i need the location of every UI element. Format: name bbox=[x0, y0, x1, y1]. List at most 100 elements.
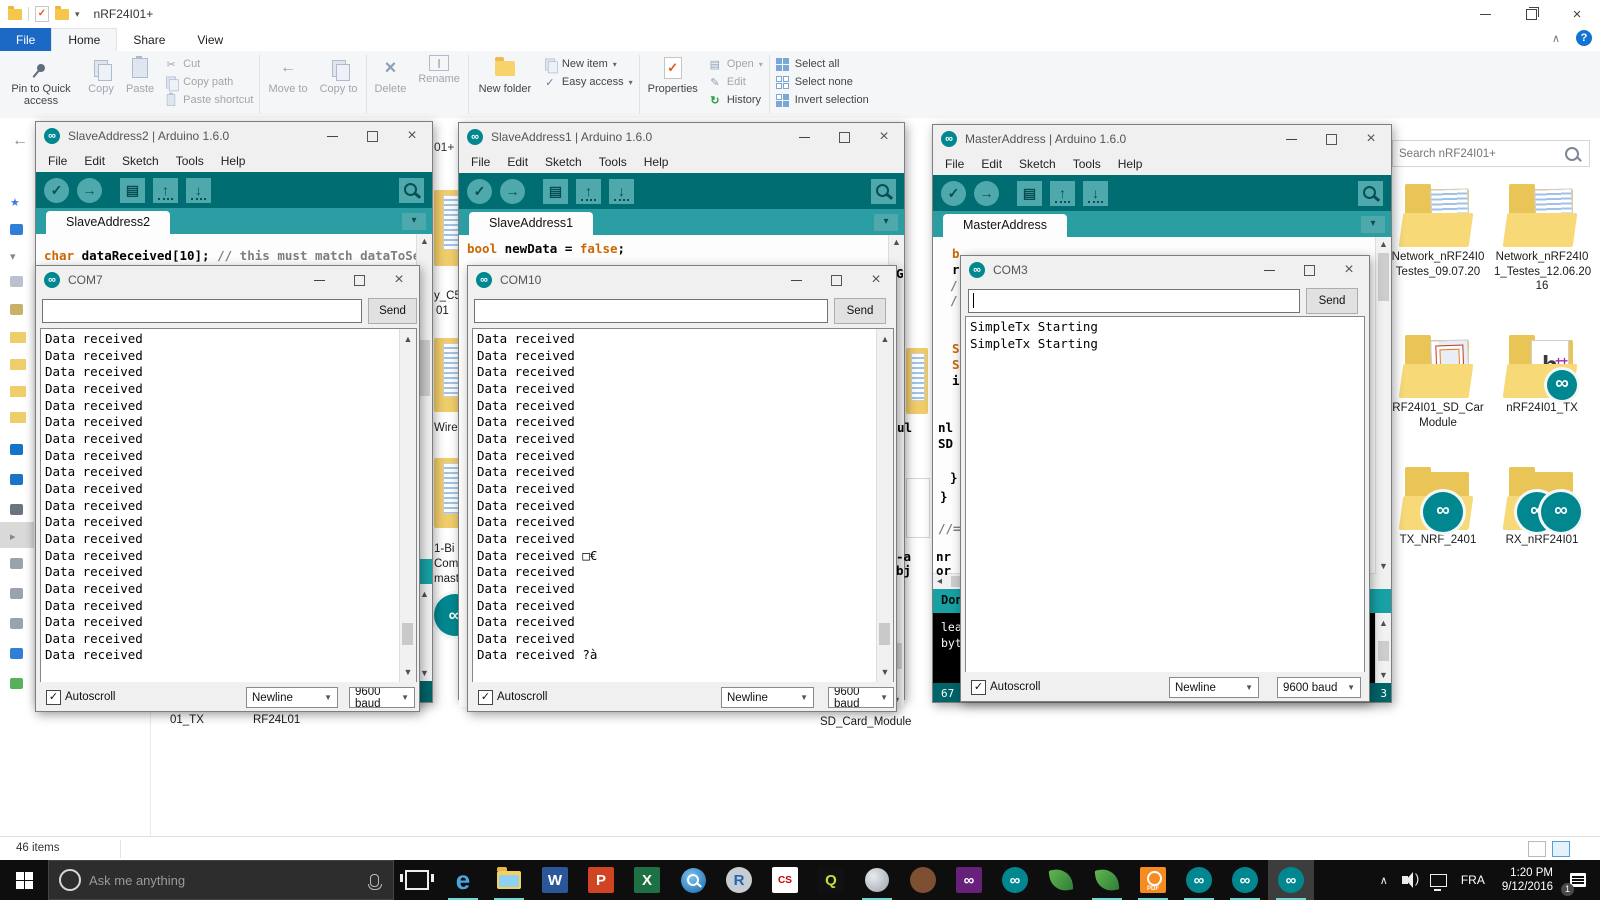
close-button[interactable]: × bbox=[1329, 257, 1369, 283]
nav-item-fragment[interactable] bbox=[10, 224, 23, 235]
send-button[interactable]: Send bbox=[368, 298, 417, 324]
menu-item-sketch[interactable]: Sketch bbox=[1019, 157, 1056, 171]
r-project-icon[interactable]: R bbox=[716, 860, 762, 900]
powerpoint-icon[interactable]: P bbox=[578, 860, 624, 900]
arduino-window-icon-3[interactable]: ∞ bbox=[1268, 860, 1314, 900]
window-titlebar[interactable]: MasterAddress | Arduino 1.6.0 × bbox=[933, 125, 1391, 153]
details-view-toggle-icon[interactable] bbox=[1528, 841, 1546, 857]
edit-button[interactable]: ✎ Edit bbox=[708, 75, 763, 89]
scroll-up-icon[interactable]: ▲ bbox=[417, 236, 432, 246]
easy-access-button[interactable]: ✓ Easy access ▾ bbox=[543, 75, 632, 89]
rename-button[interactable]: I Rename bbox=[412, 51, 466, 118]
scroll-up-icon[interactable]: ▲ bbox=[1376, 239, 1391, 249]
nav-item-fragment[interactable] bbox=[10, 332, 26, 343]
verify-button[interactable]: ✓ bbox=[467, 178, 492, 204]
maximize-button[interactable] bbox=[816, 267, 856, 293]
menu-item-file[interactable]: File bbox=[471, 155, 490, 169]
close-button[interactable]: × bbox=[379, 267, 419, 293]
menu-item-edit[interactable]: Edit bbox=[84, 154, 105, 168]
maximize-button[interactable] bbox=[1289, 257, 1329, 283]
folder-item[interactable]: Network_nRF24I0 Testes_09.07.20 bbox=[1390, 184, 1486, 279]
serial-output[interactable]: SimpleTx Starting SimpleTx Starting bbox=[965, 316, 1365, 674]
new-sketch-button[interactable]: ▤ bbox=[1017, 180, 1042, 206]
nav-item-fragment[interactable] bbox=[10, 304, 23, 315]
minimize-button[interactable] bbox=[299, 267, 339, 293]
upload-button[interactable]: → bbox=[500, 178, 525, 204]
open-sketch-button[interactable]: ↑ bbox=[576, 178, 601, 204]
thumbnail-view-toggle-icon[interactable] bbox=[1552, 841, 1570, 857]
search-orb-icon[interactable] bbox=[670, 860, 716, 900]
window-titlebar[interactable]: COM10 × bbox=[468, 266, 896, 294]
window-titlebar[interactable]: SlaveAddress1 | Arduino 1.6.0 × bbox=[459, 123, 904, 151]
maximize-button[interactable] bbox=[339, 267, 379, 293]
paste-shortcut-button[interactable]: Paste shortcut bbox=[164, 92, 253, 107]
arduino-window-icon-2[interactable]: ∞ bbox=[1222, 860, 1268, 900]
menu-item-sketch[interactable]: Sketch bbox=[122, 154, 159, 168]
paste-button[interactable]: Paste bbox=[120, 51, 160, 118]
tray-expand-icon[interactable]: ∧ bbox=[1373, 860, 1395, 900]
folder-item[interactable]: RF24I01_SD_Car Module bbox=[1390, 335, 1486, 430]
menu-item-sketch[interactable]: Sketch bbox=[545, 155, 582, 169]
folder-item[interactable]: ∞ ∞ RX_nRF24I01 bbox=[1494, 467, 1590, 548]
tab-menu-icon[interactable]: ▾ bbox=[1361, 216, 1385, 233]
send-button[interactable]: Send bbox=[834, 298, 886, 324]
window-titlebar[interactable]: COM7 × bbox=[36, 266, 419, 294]
serial-input-field[interactable] bbox=[474, 299, 828, 323]
maximize-button[interactable] bbox=[824, 124, 864, 150]
scroll-down-icon[interactable]: ▼ bbox=[877, 664, 893, 681]
nav-item-fragment[interactable] bbox=[10, 386, 26, 397]
menu-item-help[interactable]: Help bbox=[221, 154, 246, 168]
sketch-tab[interactable]: SlaveAddress1 bbox=[469, 212, 594, 235]
verify-button[interactable]: ✓ bbox=[44, 177, 69, 203]
pliers-tool-icon[interactable] bbox=[900, 860, 946, 900]
volume-icon[interactable] bbox=[1395, 860, 1423, 900]
tab-share[interactable]: Share bbox=[117, 28, 181, 51]
serial-input-field[interactable] bbox=[968, 289, 1300, 313]
autoscroll-checkbox[interactable] bbox=[478, 690, 493, 705]
nav-item-fragment[interactable] bbox=[10, 618, 23, 629]
select-none-button[interactable]: Select none bbox=[776, 75, 869, 89]
explorer-minimize-button[interactable] bbox=[1462, 0, 1508, 28]
baud-rate-dropdown[interactable]: 9600 baud ▼ bbox=[349, 687, 415, 708]
scroll-down-icon[interactable]: ▼ bbox=[400, 664, 416, 681]
folder-item[interactable]: h∞ nRF24I01_TX bbox=[1494, 335, 1590, 416]
menu-item-edit[interactable]: Edit bbox=[981, 157, 1002, 171]
baud-rate-dropdown[interactable]: 9600 baud ▼ bbox=[1277, 677, 1361, 698]
move-to-button[interactable]: ← Move to bbox=[262, 51, 313, 118]
scroll-up-icon[interactable]: ▲ bbox=[877, 331, 893, 348]
new-sketch-button[interactable]: ▤ bbox=[543, 178, 568, 204]
cortana-search-box[interactable]: Ask me anything bbox=[48, 860, 394, 900]
new-folder-button[interactable]: New folder bbox=[471, 51, 539, 118]
nav-item-fragment[interactable] bbox=[10, 504, 23, 515]
cut-button[interactable]: ✂ Cut bbox=[164, 57, 253, 71]
autoscroll-checkbox[interactable] bbox=[46, 690, 61, 705]
pin-to-quick-access-button[interactable]: Pin to Quick access bbox=[0, 51, 82, 118]
serial-monitor-button[interactable] bbox=[1358, 180, 1383, 206]
baud-rate-dropdown[interactable]: 9600 baud ▼ bbox=[828, 687, 894, 708]
arduino-ide-icon[interactable]: ∞ bbox=[992, 860, 1038, 900]
scrollbar-thumb[interactable] bbox=[879, 623, 890, 645]
network-icon[interactable] bbox=[1423, 860, 1454, 900]
copy-path-button[interactable]: Copy path bbox=[164, 75, 253, 91]
nav-item-fragment[interactable] bbox=[10, 276, 23, 287]
file-explorer-icon[interactable] bbox=[486, 860, 532, 900]
scrollbar-thumb[interactable] bbox=[402, 623, 413, 645]
menu-item-help[interactable]: Help bbox=[644, 155, 669, 169]
output-scrollbar[interactable]: ▲ ▼ bbox=[399, 329, 416, 683]
nav-item-fragment[interactable] bbox=[10, 474, 23, 485]
back-button[interactable]: ← bbox=[12, 132, 28, 150]
minimize-button[interactable] bbox=[776, 267, 816, 293]
serial-output[interactable]: Data received Data received Data received D… bbox=[40, 328, 417, 684]
explorer-close-button[interactable]: × bbox=[1554, 0, 1600, 28]
console-scrollbar[interactable]: ▲ ▼ bbox=[1375, 613, 1391, 685]
nav-item-fragment[interactable] bbox=[10, 678, 23, 689]
save-sketch-button[interactable]: ↓ bbox=[609, 178, 634, 204]
qat-check-icon[interactable]: ✓ bbox=[35, 6, 49, 22]
minimize-button[interactable] bbox=[312, 123, 352, 149]
minimize-button[interactable] bbox=[784, 124, 824, 150]
sketch-tab[interactable]: MasterAddress bbox=[943, 214, 1068, 237]
eagle-cad-icon[interactable]: CS bbox=[762, 860, 808, 900]
menu-item-file[interactable]: File bbox=[48, 154, 67, 168]
nav-item-fragment[interactable] bbox=[10, 558, 23, 569]
nav-item-fragment[interactable] bbox=[10, 648, 23, 659]
